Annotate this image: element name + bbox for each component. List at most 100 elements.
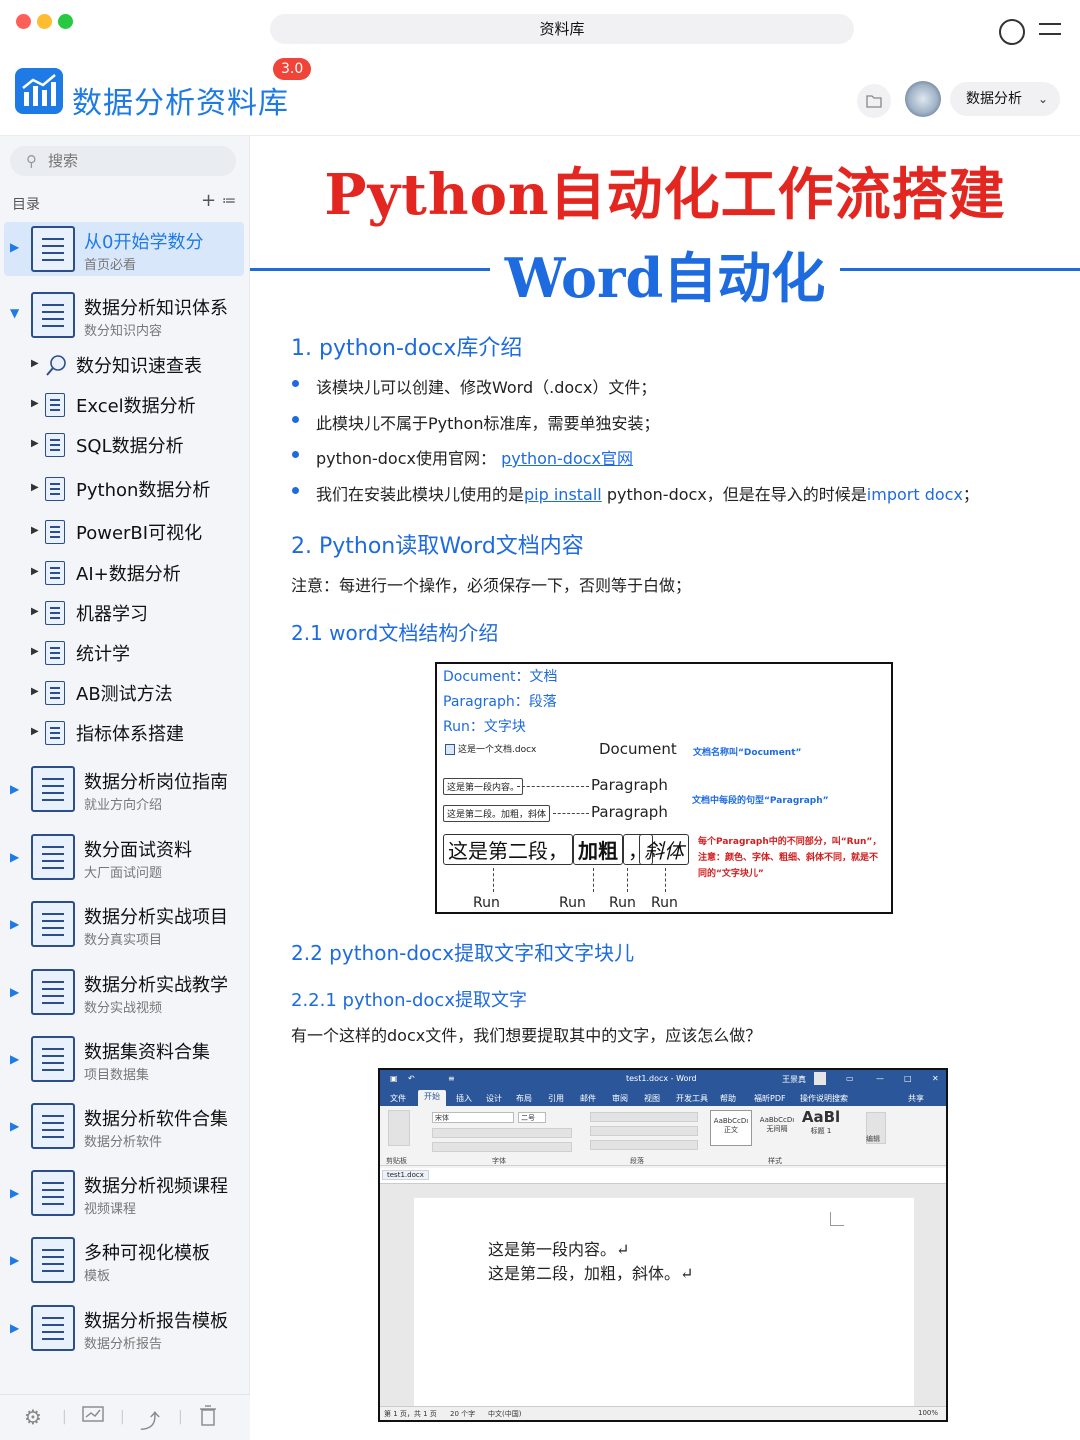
word-tab: 视图: [644, 1094, 660, 1103]
sidebar-item-subtitle: 大厂面试问题: [84, 866, 163, 881]
chart-icon[interactable]: [82, 1405, 104, 1430]
avatar[interactable]: [905, 81, 941, 117]
chevron-right-icon[interactable]: ▶: [10, 1321, 19, 1335]
version-badge: 3.0: [273, 58, 312, 80]
chevron-right-icon[interactable]: ▶: [31, 686, 39, 697]
diagram-note: 文档名称叫“Document”: [693, 748, 802, 758]
chevron-right-icon[interactable]: ▶: [31, 482, 39, 493]
sidebar-item[interactable]: ▶ 数据分析岗位指南 就业方向介绍: [4, 762, 244, 818]
search-box[interactable]: ⚲: [10, 146, 236, 176]
word-font-size: 二号: [518, 1112, 546, 1123]
minimize-window-button[interactable]: [37, 14, 52, 29]
zoom-window-button[interactable]: [58, 14, 73, 29]
chevron-right-icon[interactable]: ▶: [10, 850, 19, 864]
style-normal: AaBbCcDı 正文: [710, 1110, 752, 1146]
document-icon: [31, 226, 75, 272]
sidebar-item-title: 多种可视化模板: [84, 1243, 210, 1264]
add-icon[interactable]: +: [201, 190, 216, 211]
toc-header: 目录 + ≔: [0, 190, 250, 214]
chevron-right-icon[interactable]: ▶: [31, 606, 39, 617]
circle-icon[interactable]: [999, 19, 1025, 45]
chevron-right-icon[interactable]: ▶: [10, 782, 19, 796]
save-icon: ▣: [390, 1074, 398, 1083]
sidebar-subitem[interactable]: ▶ 机器学习: [30, 598, 245, 628]
chevron-right-icon[interactable]: ▶: [10, 240, 19, 254]
gear-icon[interactable]: ⚙: [24, 1405, 42, 1429]
sidebar-item[interactable]: ▶ 数据分析报告模板 数据分析报告: [4, 1301, 244, 1357]
document-icon: [45, 641, 65, 665]
sidebar-item-subtitle: 视频课程: [84, 1202, 137, 1217]
chevron-right-icon[interactable]: ▶: [31, 358, 39, 369]
chevron-right-icon[interactable]: ▶: [31, 525, 39, 536]
pip-install-link[interactable]: pip install: [524, 485, 602, 504]
arrow-line: [517, 786, 589, 787]
sidebar-subitem[interactable]: ▶ SQL数据分析: [30, 430, 245, 460]
sidebar-item[interactable]: ▶ 数据分析视频课程 视频课程: [4, 1166, 244, 1222]
chevron-right-icon[interactable]: ▶: [10, 985, 19, 999]
sidebar-subitem[interactable]: ▶ 指标体系搭建: [30, 718, 245, 748]
sidebar-item[interactable]: ▶ 数据分析软件合集 数据分析软件: [4, 1099, 244, 1155]
sidebar-subitem-label: SQL数据分析: [76, 436, 184, 457]
chevron-down-icon[interactable]: ▼: [10, 306, 19, 320]
style-name: 标题 1: [810, 1127, 832, 1135]
chevron-right-icon[interactable]: ▶: [31, 398, 39, 409]
document-icon: [31, 1103, 75, 1149]
sidebar-item[interactable]: ▶ 数分面试资料 大厂面试问题: [4, 830, 244, 886]
sidebar-subitem-label: 统计学: [76, 644, 130, 665]
chevron-right-icon[interactable]: ▶: [10, 1052, 19, 1066]
undo-icon: ↶: [408, 1074, 415, 1083]
divider: |: [178, 1409, 183, 1425]
sidebar-subitem[interactable]: ▶ 数分知识速查表: [30, 350, 245, 380]
sidebar-subitem[interactable]: ▶ Python数据分析: [30, 474, 245, 504]
sidebar-item[interactable]: ▶ 多种可视化模板 模板: [4, 1233, 244, 1289]
chevron-right-icon[interactable]: ▶: [10, 1119, 19, 1133]
chevron-right-icon[interactable]: ▶: [31, 566, 39, 577]
folder-icon[interactable]: [857, 84, 891, 118]
sidebar-item[interactable]: ▶ 数据分析实战教学 数分实战视频: [4, 965, 244, 1021]
sidebar-subitem[interactable]: ▶ PowerBI可视化: [30, 517, 245, 547]
search-input[interactable]: [48, 150, 228, 172]
document-icon: [31, 292, 75, 338]
chevron-right-icon[interactable]: ▶: [10, 917, 19, 931]
sidebar-item-title: 数据分析视频课程: [84, 1176, 228, 1197]
sidebar-subitem[interactable]: ▶ AI+数据分析: [30, 558, 245, 588]
trash-icon[interactable]: [198, 1405, 218, 1432]
word-share: 共享: [908, 1094, 924, 1103]
chevron-right-icon[interactable]: ▶: [31, 646, 39, 657]
maximize-icon: □: [904, 1074, 912, 1083]
sidebar-subitem[interactable]: ▶ AB测试方法: [30, 678, 245, 708]
run-box: 斜体: [639, 834, 689, 865]
word-tab: 福昕PDF: [754, 1094, 786, 1103]
chevron-right-icon[interactable]: ▶: [10, 1253, 19, 1267]
diagram-word: Paragraph: [591, 776, 668, 794]
sidebar-item[interactable]: ▶ 数据集资料合集 项目数据集: [4, 1032, 244, 1088]
sidebar-item[interactable]: ▶ 数据分析实战项目 数分真实项目: [4, 897, 244, 953]
diagram-box: 这是第一段内容。: [443, 778, 524, 795]
chevron-right-icon[interactable]: ▶: [31, 726, 39, 737]
sidebar-subitem[interactable]: ▶ 统计学: [30, 638, 245, 668]
sidebar-item[interactable]: ▶ 从0开始学数分 首页必看: [4, 222, 244, 276]
chevron-right-icon[interactable]: ▶: [10, 1186, 19, 1200]
menu-lines-icon[interactable]: [1039, 23, 1061, 37]
word-line-2: 这是第二段，加粗，斜体。↵: [488, 1264, 694, 1283]
sidebar-subitem[interactable]: ▶ Excel数据分析: [30, 390, 245, 420]
category-select[interactable]: 数据分析 ⌄: [950, 82, 1060, 116]
user-avatar: [814, 1072, 826, 1085]
bullet-text: 该模块儿可以创建、修改Word（.docx）文件；: [316, 378, 657, 397]
sidebar-item-subtitle: 首页必看: [84, 258, 137, 273]
sidebar-item-title: 从0开始学数分: [84, 232, 204, 253]
document-icon: [31, 1036, 75, 1082]
sidebar-subitem-label: PowerBI可视化: [76, 523, 203, 544]
share-icon[interactable]: ⤴: [140, 1405, 160, 1434]
close-window-button[interactable]: [16, 14, 31, 29]
red-note-line: 每个Paragraph中的不同部分，叫“Run”，: [698, 837, 882, 847]
chevron-right-icon[interactable]: ▶: [31, 438, 39, 449]
sidebar-item-subtitle: 模板: [84, 1269, 111, 1284]
diagram-note: 文档中每段的句型“Paragraph”: [692, 796, 829, 806]
sidebar-subitem-label: AI+数据分析: [76, 564, 181, 585]
list-icon[interactable]: ≔: [222, 193, 236, 209]
docx-file-label: 这是一个文档.docx: [445, 742, 536, 755]
section-heading: 2.1 word文档结构介绍: [291, 621, 499, 645]
sidebar-item[interactable]: ▼ 数据分析知识体系 数分知识内容: [4, 288, 244, 342]
docx-official-link[interactable]: python-docx官网: [501, 449, 633, 468]
